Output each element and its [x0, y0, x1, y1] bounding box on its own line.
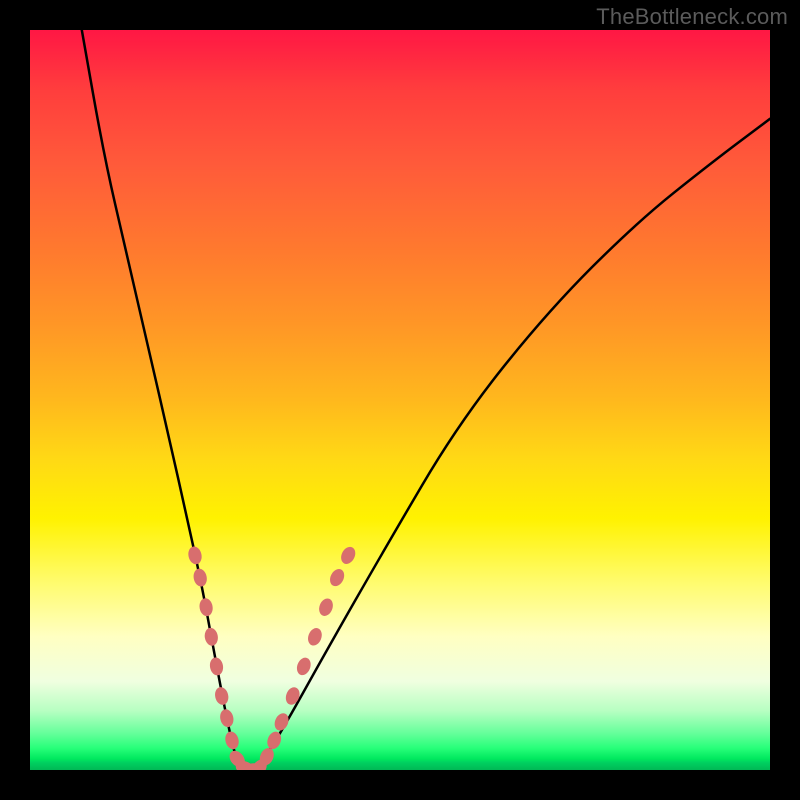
marker-point	[306, 626, 325, 647]
bottleneck-curve	[82, 30, 770, 770]
marker-point	[192, 568, 208, 588]
marker-point	[272, 711, 291, 733]
marker-point	[223, 730, 240, 751]
marker-point	[198, 597, 214, 617]
marker-point	[187, 545, 204, 565]
marker-point	[327, 567, 347, 589]
marker-point	[338, 544, 358, 566]
watermark-text: TheBottleneck.com	[596, 4, 788, 30]
marker-group	[187, 544, 358, 770]
plot-area	[30, 30, 770, 770]
marker-point	[209, 656, 225, 676]
marker-point	[295, 656, 314, 677]
marker-point	[218, 708, 235, 728]
marker-point	[203, 627, 219, 647]
chart-root: TheBottleneck.com	[0, 0, 800, 800]
curve-layer	[30, 30, 770, 770]
marker-point	[213, 686, 230, 706]
marker-point	[317, 596, 336, 617]
marker-point	[283, 685, 302, 706]
